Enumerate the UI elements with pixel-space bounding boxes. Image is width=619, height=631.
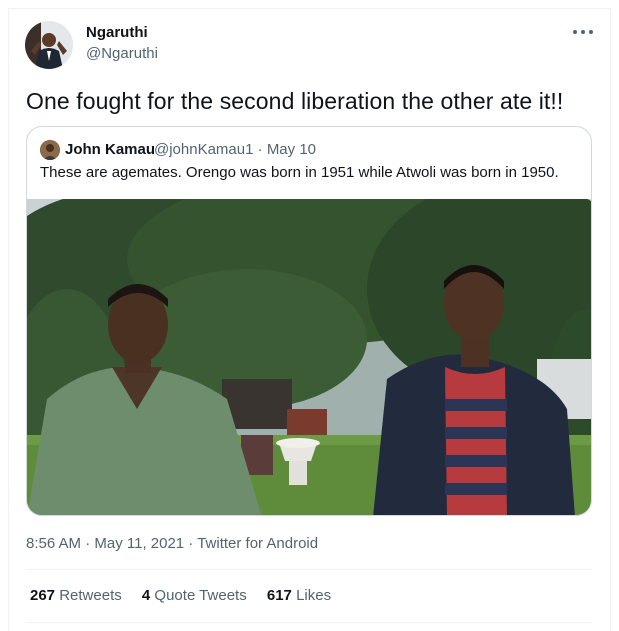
more-options-icon[interactable] [572, 24, 594, 40]
retweets-stat[interactable]: 267 Retweets [30, 587, 122, 604]
quoted-author-name: John Kamau [65, 141, 156, 158]
quoted-author-avatar [40, 140, 60, 160]
author-handle[interactable]: @Ngaruthi [86, 45, 158, 62]
tweet-text: One fought for the second liberation the… [26, 88, 564, 114]
tweet-stats: 267 Retweets 4 Quote Tweets 617 Likes [30, 587, 347, 604]
quoted-author-meta: @johnKamau1 · May 10 [154, 141, 316, 158]
retweets-count: 267 [30, 587, 56, 604]
quote-tweets-label: Quote Tweets [154, 587, 247, 604]
quote-tweets-count: 4 [141, 587, 151, 604]
likes-count: 617 [266, 587, 292, 604]
tweet-timestamp[interactable]: 8:56 AM · May 11, 2021 · Twitter for And… [26, 535, 318, 552]
divider-top [26, 569, 592, 570]
quoted-text: These are agemates. Orengo was born in 1… [40, 164, 559, 181]
author-avatar[interactable] [25, 21, 73, 69]
quoted-date: May 10 [266, 141, 317, 158]
divider-bottom [26, 622, 592, 623]
meta-separator: · [257, 141, 263, 158]
likes-stat[interactable]: 617 Likes [267, 587, 331, 604]
quoted-tweet[interactable]: John Kamau @johnKamau1 · May 10 These ar… [26, 126, 592, 516]
author-name[interactable]: Ngaruthi [86, 24, 148, 41]
retweets-label: Retweets [59, 587, 122, 604]
likes-label: Likes [296, 587, 332, 604]
quoted-author-handle: @johnKamau1 [154, 141, 254, 158]
quoted-photo[interactable] [27, 174, 591, 515]
quote-tweets-stat[interactable]: 4 Quote Tweets [142, 587, 247, 604]
